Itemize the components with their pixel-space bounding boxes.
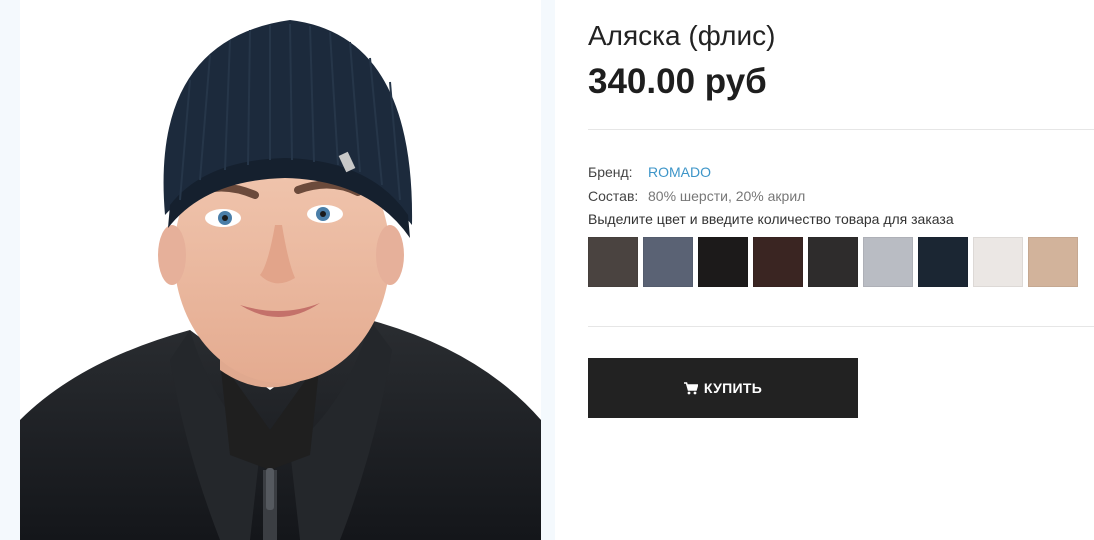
color-swatch[interactable] [698, 237, 748, 287]
color-swatch[interactable] [588, 237, 638, 287]
color-swatch[interactable] [753, 237, 803, 287]
divider-bottom [588, 326, 1094, 327]
buy-button[interactable]: КУПИТЬ [588, 358, 858, 418]
composition-value: 80% шерсти, 20% акрил [648, 188, 806, 204]
color-swatch[interactable] [918, 237, 968, 287]
shopping-cart-icon [683, 381, 698, 394]
model-illustration [20, 20, 541, 540]
brand-label: Бренд: [588, 164, 633, 180]
color-swatches [588, 237, 1078, 287]
color-swatch[interactable] [808, 237, 858, 287]
buy-button-label: КУПИТЬ [703, 380, 763, 396]
color-swatch[interactable] [973, 237, 1023, 287]
composition-label: Состав: [588, 188, 639, 204]
color-swatch[interactable] [863, 237, 913, 287]
product-photo[interactable] [20, 0, 541, 540]
product-price: 340.00 руб [588, 62, 767, 101]
divider-top [588, 129, 1094, 130]
color-swatch[interactable] [1028, 237, 1078, 287]
color-hint: Выделите цвет и введите количество товар… [588, 211, 954, 227]
color-swatch[interactable] [643, 237, 693, 287]
product-title: Аляска (флис) [588, 20, 776, 51]
product-gallery [0, 0, 555, 540]
brand-link[interactable]: ROMADO [648, 164, 711, 180]
